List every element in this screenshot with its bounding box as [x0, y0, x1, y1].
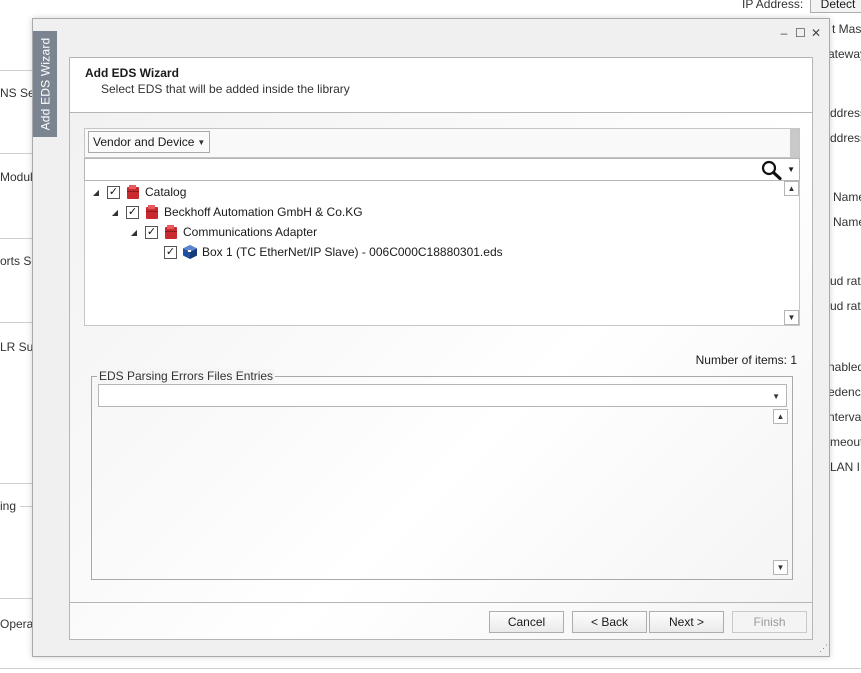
wizard-header: Add EDS Wizard Select EDS that will be a…	[70, 58, 812, 113]
scroll-up-button[interactable]: ▲	[784, 181, 799, 196]
chevron-down-icon[interactable]: ▼	[787, 165, 795, 174]
bg-divider	[0, 483, 32, 484]
expand-triangle-icon[interactable]: ◢	[129, 228, 139, 237]
eds-errors-combo[interactable]: ▼	[98, 384, 787, 407]
folder-red-icon	[163, 224, 179, 240]
vendor-device-dropdown-label: Vendor and Device	[93, 135, 195, 149]
filter-bar: Vendor and Device ▼	[84, 128, 800, 158]
minimize-icon[interactable]: –	[779, 27, 789, 39]
maximize-icon[interactable]: ☐	[795, 27, 806, 39]
tree-checkbox[interactable]: ✓	[164, 245, 177, 259]
wizard-title: Add EDS Wizard	[85, 66, 179, 80]
catalog-tree: ◢ ✓ Catalog ◢ ✓ Beckhoff Automation GmbH…	[84, 181, 800, 326]
scroll-down-button[interactable]: ▼	[773, 560, 788, 575]
tree-node-catalog[interactable]: ◢ ✓ Catalog	[91, 183, 186, 201]
bg-right-label: ddress	[830, 106, 861, 120]
tree-checkbox[interactable]: ✓	[126, 205, 139, 219]
bg-right-label: ateway	[828, 47, 861, 61]
search-icon[interactable]	[761, 160, 783, 183]
expand-triangle-icon[interactable]: ◢	[110, 208, 120, 217]
tree-node-label: Communications Adapter	[183, 225, 318, 239]
close-icon[interactable]: ✕	[811, 27, 821, 39]
back-button[interactable]: < Back	[572, 611, 647, 633]
folder-red-icon	[144, 204, 160, 220]
bg-right-label: nabled	[828, 360, 861, 374]
wizard-subtitle: Select EDS that will be added inside the…	[101, 82, 350, 96]
bg-right-label: ud rate	[830, 274, 861, 288]
add-eds-wizard-dialog: Add EDS Wizard – ☐ ✕ Add EDS Wizard Sele…	[32, 18, 830, 657]
device-cube-icon	[182, 244, 198, 260]
search-input[interactable]	[87, 161, 751, 179]
finish-button: Finish	[732, 611, 807, 633]
eds-errors-legend: EDS Parsing Errors Files Entries	[97, 369, 276, 383]
ip-address-label: IP Address:	[742, 0, 804, 11]
tree-node-label: Beckhoff Automation GmbH & Co.KG	[164, 205, 363, 219]
bg-right-label: t Mask	[832, 22, 861, 36]
vendor-device-dropdown[interactable]: Vendor and Device ▼	[88, 131, 211, 153]
expand-triangle-icon[interactable]: ◢	[91, 188, 101, 197]
bg-divider	[0, 238, 32, 239]
bg-left-label: ing	[0, 499, 17, 513]
tree-checkbox[interactable]: ✓	[107, 185, 120, 199]
bg-divider	[20, 506, 32, 507]
window-controls: – ☐ ✕	[779, 27, 821, 39]
bg-divider	[0, 598, 32, 599]
search-box: ▼	[84, 158, 800, 181]
side-tab[interactable]: Add EDS Wizard	[33, 31, 57, 137]
bg-right-label: nterval	[828, 410, 861, 424]
chevron-down-icon: ▼	[197, 137, 206, 147]
side-tab-label: Add EDS Wizard	[38, 37, 52, 131]
bg-right-label: edence	[828, 385, 861, 399]
tree-node-label: Catalog	[145, 185, 187, 199]
chevron-down-icon[interactable]: ▼	[772, 392, 780, 401]
scroll-down-button[interactable]: ▼	[784, 310, 799, 325]
wizard-content: Add EDS Wizard Select EDS that will be a…	[69, 57, 813, 640]
bg-divider	[0, 153, 32, 154]
cancel-button[interactable]: Cancel	[489, 611, 564, 633]
bg-divider	[0, 668, 861, 669]
footer-separator	[70, 602, 812, 603]
tree-node-category[interactable]: ◢ ✓ Communications Adapter	[129, 223, 317, 241]
bg-divider	[0, 70, 32, 71]
bg-right-label: meout	[830, 435, 861, 449]
eds-errors-group: EDS Parsing Errors Files Entries ▼ ▲ ▼	[91, 369, 793, 580]
detect-button[interactable]: Detect	[810, 0, 861, 13]
tree-node-label: Box 1 (TC EtherNet/IP Slave) - 006C000C1…	[202, 245, 503, 259]
bg-right-label: ddress	[830, 131, 861, 145]
bg-right-label: LAN ID	[830, 460, 861, 474]
scroll-up-button[interactable]: ▲	[773, 409, 788, 424]
folder-red-icon	[125, 184, 141, 200]
resize-grip-icon[interactable]: ⋰	[819, 643, 828, 654]
bg-right-label: Name	[833, 215, 861, 229]
bg-left-label: NS Se	[0, 86, 35, 100]
bg-right-label: ud rate	[830, 299, 861, 313]
bg-divider	[0, 322, 32, 323]
filter-scrollbar[interactable]	[790, 129, 799, 157]
bg-left-label: LR Su	[0, 340, 34, 354]
items-count: Number of items: 1	[695, 353, 797, 367]
tree-node-vendor[interactable]: ◢ ✓ Beckhoff Automation GmbH & Co.KG	[110, 203, 363, 221]
next-button[interactable]: Next >	[649, 611, 724, 633]
tree-checkbox[interactable]: ✓	[145, 225, 158, 239]
bg-right-label: Name	[833, 190, 861, 204]
tree-node-device[interactable]: ✓ Box 1 (TC EtherNet/IP Slave) - 006C000…	[148, 243, 503, 261]
